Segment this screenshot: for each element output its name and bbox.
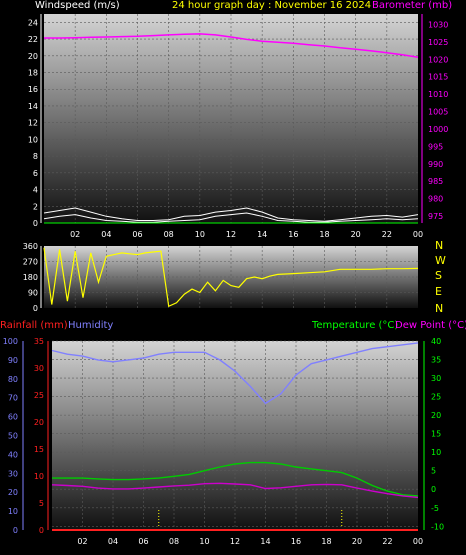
temperature-tick-label: 40: [431, 337, 441, 346]
rainfall-tick-label: 10: [34, 472, 44, 481]
barometer-tick-label: 1020: [428, 55, 448, 64]
wind-panel-x-tick-label: 04: [101, 230, 111, 239]
wind-panel-x-tick-label: 20: [351, 230, 361, 239]
temp-panel-x-tick-label: 08: [169, 537, 179, 546]
rainfall-tick-label: 30: [34, 364, 44, 373]
humidity-tick-label: 80: [8, 375, 18, 384]
temperature-tick-label: 30: [431, 374, 441, 383]
barometer-tick-label: 1030: [428, 20, 448, 29]
humidity-tick-label: 60: [8, 413, 18, 422]
compass-n-bottom: N: [435, 302, 444, 315]
humidity-tick-label: 30: [8, 469, 18, 478]
barometer-tick-label: 995: [428, 142, 443, 151]
temp-panel-x-tick-label: 04: [108, 537, 118, 546]
barometer-tick-label: 985: [428, 177, 443, 186]
wind-panel-x-tick-label: 18: [319, 230, 329, 239]
windspeed-tick-label: 10: [28, 135, 38, 144]
windspeed-tick-label: 16: [28, 85, 38, 94]
compass-e: E: [435, 285, 442, 298]
wind-panel-x-tick-label: 16: [288, 230, 298, 239]
windspeed-tick-label: 2: [33, 202, 38, 211]
barometer-tick-label: 1000: [428, 125, 448, 134]
compass-w: W: [435, 254, 446, 267]
humidity-axis-title: Humidity: [68, 320, 114, 331]
barometer-tick-label: 1010: [428, 90, 448, 99]
wind-panel-x-tick-label: 00: [413, 230, 423, 239]
wind-panel-x-tick-label: 02: [70, 230, 80, 239]
wind-panel-x-tick-label: 06: [132, 230, 142, 239]
direction-tick-label: 360: [23, 242, 38, 251]
windspeed-tick-label: 6: [33, 169, 38, 178]
rainfall-axis-title: Rainfall (mm): [0, 320, 68, 331]
humidity-tick-label: 10: [8, 507, 18, 516]
wind-panel-x-tick-label: 14: [257, 230, 267, 239]
temperature-tick-label: 10: [431, 448, 441, 457]
windspeed-tick-label: 8: [33, 152, 38, 161]
temp-panel-x-tick-label: 06: [138, 537, 148, 546]
direction-tick-label: 180: [23, 273, 38, 282]
temp-panel-x-tick-label: 14: [260, 537, 270, 546]
wind-panel-x-tick-label: 10: [195, 230, 205, 239]
humidity-tick-label: 100: [3, 337, 18, 346]
windspeed-tick-label: 24: [28, 18, 38, 27]
direction-tick-label: 0: [33, 304, 38, 313]
humidity-tick-label: 70: [8, 394, 18, 403]
humidity-tick-label: 50: [8, 432, 18, 441]
rainfall-tick-label: 0: [39, 526, 44, 535]
windspeed-tick-label: 22: [28, 35, 38, 44]
temperature-tick-label: 0: [431, 485, 436, 494]
temperature-tick-label: -10: [431, 522, 444, 531]
windspeed-tick-label: 14: [28, 102, 38, 111]
humidity-tick-label: 0: [13, 526, 18, 535]
direction-tick-label: 270: [23, 258, 38, 267]
windspeed-tick-label: 0: [33, 219, 38, 228]
compass-s: S: [435, 269, 442, 282]
humidity-tick-label: 90: [8, 356, 18, 365]
temp-panel-x-tick-label: 00: [413, 537, 423, 546]
temperature-axis-title: Temperature (°C): [312, 320, 399, 331]
temperature-tick-label: 20: [431, 411, 441, 420]
temperature-tick-label: -5: [431, 504, 439, 513]
barometer-tick-label: 1015: [428, 73, 448, 82]
rainfall-tick-label: 35: [34, 337, 44, 346]
rainfall-tick-label: 20: [34, 418, 44, 427]
chart-date-title: 24 hour graph day : November 16 2024: [172, 0, 372, 11]
temperature-tick-label: 15: [431, 430, 441, 439]
temperature-tick-label: 5: [431, 467, 436, 476]
direction-tick-label: 90: [28, 289, 38, 298]
chart-canvas: 0246810121416182022249759809859909951000…: [3, 14, 448, 546]
windspeed-tick-label: 18: [28, 69, 38, 78]
temp-panel-x-tick-label: 22: [382, 537, 392, 546]
barometer-tick-label: 1025: [428, 38, 448, 47]
windspeed-tick-label: 4: [33, 186, 38, 195]
temp-panel-x-tick-label: 12: [230, 537, 240, 546]
wind-panel-x-tick-label: 12: [226, 230, 236, 239]
weather-graph: 0 2 4 6 8 10 12 14 16 18 20 22 24 975 980 985 990 995 1000…: [0, 0, 466, 555]
temp-panel-x-tick-label: 16: [291, 537, 301, 546]
barometer-tick-label: 980: [428, 195, 443, 204]
rainfall-tick-label: 5: [39, 499, 44, 508]
temp-panel-x-tick-label: 20: [352, 537, 362, 546]
compass-n-top: N: [435, 239, 444, 252]
humidity-tick-label: 40: [8, 450, 18, 459]
barometer-axis-title: Barometer (mb): [372, 0, 453, 11]
barometer-tick-label: 975: [428, 212, 443, 221]
wind-panel-x-tick-label: 08: [164, 230, 174, 239]
barometer-tick-label: 1005: [428, 108, 448, 117]
temp-panel-x-tick-label: 18: [321, 537, 331, 546]
temp-panel-x-tick-label: 02: [77, 537, 87, 546]
dewpoint-axis-title: Dew Point (°C): [395, 320, 466, 331]
windspeed-axis-title: Windspeed (m/s): [35, 0, 120, 11]
windspeed-tick-label: 20: [28, 52, 38, 61]
humidity-tick-label: 20: [8, 488, 18, 497]
wind-panel-x-tick-label: 22: [382, 230, 392, 239]
temp-panel-x-tick-label: 10: [199, 537, 209, 546]
temperature-tick-label: 25: [431, 393, 441, 402]
barometer-tick-label: 990: [428, 160, 443, 169]
rainfall-tick-label: 15: [34, 445, 44, 454]
windspeed-tick-label: 12: [28, 119, 38, 128]
temperature-tick-label: 35: [431, 356, 441, 365]
rainfall-tick-label: 25: [34, 391, 44, 400]
